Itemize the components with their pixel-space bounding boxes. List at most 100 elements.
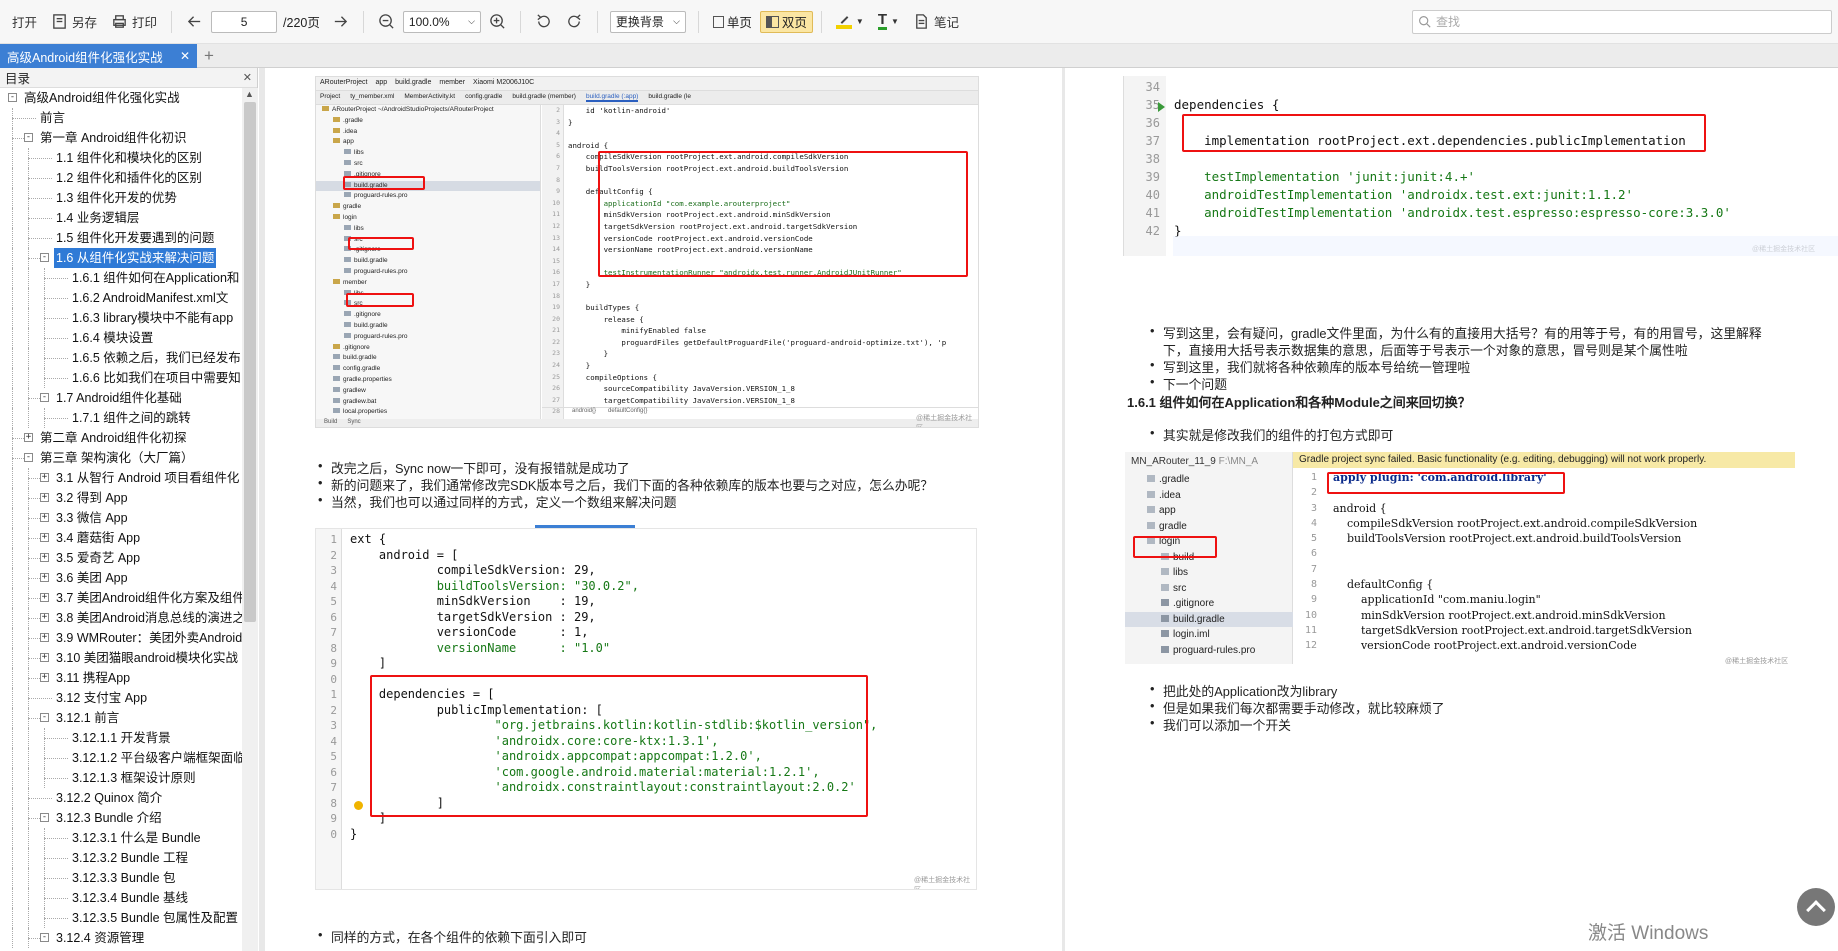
expand-icon[interactable]: +	[40, 473, 49, 482]
toc-item[interactable]: +3.4 蘑菇街 App	[0, 528, 242, 548]
expand-icon[interactable]: +	[40, 653, 49, 662]
ide-tree-item[interactable]: ARouterProject ~/AndroidStudioProjects/A…	[316, 105, 540, 116]
toc-scrollbar[interactable]: ▲	[242, 88, 258, 951]
close-icon[interactable]: ✕	[180, 49, 190, 63]
ide-tree-item[interactable]: member	[316, 278, 540, 289]
expand-icon[interactable]: +	[40, 513, 49, 522]
toc-item[interactable]: +3.10 美团猫眼android模块化实战	[0, 648, 242, 668]
toc-item[interactable]: +3.8 美团Android消息总线的演进之	[0, 608, 242, 628]
project-tree-item[interactable]: .gitignore	[1125, 596, 1293, 612]
project-tree-item[interactable]: libs	[1125, 565, 1293, 581]
toc-item[interactable]: 1.1 组件化和模块化的区别	[0, 148, 242, 168]
ide-tree-item[interactable]: build.gradle	[316, 256, 540, 267]
toc-item[interactable]: 1.6.4 模块设置	[0, 328, 242, 348]
ide-tab[interactable]: Project	[320, 93, 340, 102]
ide-toolbar-item[interactable]: build.gradle	[395, 79, 431, 88]
scroll-to-top-button[interactable]	[1797, 888, 1835, 926]
ide-tree-item[interactable]: proguard-rules.pro	[316, 332, 540, 343]
breadcrumb-item[interactable]: android{}	[572, 408, 596, 419]
ide-toolbar-item[interactable]: Xiaomi M2006J10C	[473, 79, 534, 88]
project-tree-item[interactable]: app	[1125, 503, 1293, 519]
toc-item[interactable]: - 第三章 架构演化（大厂篇）	[0, 448, 242, 468]
zoom-out-button[interactable]	[372, 8, 401, 36]
prev-page-button[interactable]	[180, 8, 209, 36]
toc-item[interactable]: 3.12.3.2 Bundle 工程	[0, 848, 242, 868]
toc-item[interactable]: +3.11 携程App	[0, 668, 242, 688]
toc-item[interactable]: 3.12.1.1 开发背景	[0, 728, 242, 748]
toc-item[interactable]: +3.5 爱奇艺 App	[0, 548, 242, 568]
ide-tree-item[interactable]: config.gradle	[316, 364, 540, 375]
ide-tab[interactable]: ty_member.xml	[350, 93, 394, 102]
ide-bottom-tab[interactable]: Sync	[347, 419, 360, 427]
highlight-button[interactable]: ▼	[830, 8, 870, 36]
ide-tree-item[interactable]: gradlew	[316, 386, 540, 397]
toc-item[interactable]: -3.12.1 前言	[0, 708, 242, 728]
ide-tree-item[interactable]: proguard-rules.pro	[316, 191, 540, 202]
ide-tree-item[interactable]: build.gradle	[316, 353, 540, 364]
scrollbar-thumb[interactable]	[244, 102, 256, 622]
toc-item[interactable]: 1.2 组件化和插件化的区别	[0, 168, 242, 188]
toc-item[interactable]: 3.12.1.2 平台级客户端框架面临	[0, 748, 242, 768]
print-button[interactable]: 打印	[105, 8, 163, 36]
collapse-icon[interactable]: -	[40, 713, 49, 722]
toc-item[interactable]: + 第二章 Android组件化初探	[0, 428, 242, 448]
chevron-up-icon[interactable]: ▲	[245, 89, 254, 99]
project-tree-item[interactable]: gradle	[1125, 519, 1293, 535]
project-tree-item[interactable]: src	[1125, 581, 1293, 597]
toc-item[interactable]: -1.7 Android组件化基础	[0, 388, 242, 408]
ide-tree-item[interactable]: build.gradle	[316, 321, 540, 332]
toc-item[interactable]: - 高级Android组件化强化实战	[0, 88, 242, 108]
toc-item[interactable]: 1.6.6 比如我们在项目中需要知	[0, 368, 242, 388]
project-tree-item[interactable]: login.iml	[1125, 627, 1293, 643]
notes-button[interactable]: 笔记	[907, 8, 965, 36]
rotate-left-button[interactable]	[529, 8, 558, 36]
toc-item[interactable]: +3.3 微信 App	[0, 508, 242, 528]
ide-tree-item[interactable]: src	[316, 159, 540, 170]
ide-tree-item[interactable]: .gitignore	[316, 310, 540, 321]
double-page-button[interactable]: 双页	[759, 10, 813, 33]
toc-item[interactable]: 1.6.1 组件如何在Application和	[0, 268, 242, 288]
ide-tree-item[interactable]: libs	[316, 224, 540, 235]
expand-icon[interactable]: +	[40, 613, 49, 622]
collapse-icon[interactable]: -	[40, 393, 49, 402]
project-tree-item[interactable]: proguard-rules.pro	[1125, 643, 1293, 659]
collapse-icon[interactable]: -	[40, 813, 49, 822]
rotate-right-button[interactable]	[560, 8, 589, 36]
toc-item[interactable]: 1.5 组件化开发要遇到的问题	[0, 228, 242, 248]
toc-item[interactable]: 3.12.3.4 Bundle 基线	[0, 888, 242, 908]
open-button[interactable]: 打开	[6, 8, 43, 36]
ide-tree-item[interactable]: libs	[316, 148, 540, 159]
ide-tree-item[interactable]: local.properties	[316, 407, 540, 418]
next-page-button[interactable]	[326, 8, 355, 36]
ide-tree-item[interactable]: app	[316, 137, 540, 148]
expand-icon[interactable]: +	[40, 493, 49, 502]
toc-item[interactable]: 3.12.3.5 Bundle 包属性及配置	[0, 908, 242, 928]
project-tree-item[interactable]: .gradle	[1125, 472, 1293, 488]
search-input[interactable]: 查找	[1412, 9, 1832, 34]
toc-item[interactable]: -3.12.4 资源管理	[0, 928, 242, 948]
ide-tree-item[interactable]: login	[316, 213, 540, 224]
expand-icon[interactable]: +	[24, 433, 33, 442]
expand-icon[interactable]: +	[40, 633, 49, 642]
ide-tab[interactable]: build.gradle (:app)	[585, 93, 639, 102]
zoom-select[interactable]: 100.0% ⌵	[402, 10, 481, 33]
ide-tab[interactable]: config.gradle	[465, 93, 502, 102]
ide-tree-item[interactable]: .gitignore	[316, 343, 540, 354]
ide-tab[interactable]: build.gradle (member)	[512, 93, 576, 102]
toc-item[interactable]: 3.12 支付宝 App	[0, 688, 242, 708]
toc-item[interactable]: 1.6.3 library模块中不能有app	[0, 308, 242, 328]
project-tree-item[interactable]: .idea	[1125, 488, 1293, 504]
run-icon[interactable]	[1158, 102, 1165, 112]
breadcrumb-item[interactable]: defaultConfig{}	[608, 408, 647, 419]
background-select[interactable]: 更换背景 ⌵	[609, 10, 686, 33]
toc-item[interactable]: - 第一章 Android组件化初识	[0, 128, 242, 148]
expand-icon[interactable]: +	[40, 533, 49, 542]
toc-item[interactable]: +3.2 得到 App	[0, 488, 242, 508]
single-page-button[interactable]: 单页	[707, 11, 758, 33]
toc-item[interactable]: 3.12.3.1 什么是 Bundle	[0, 828, 242, 848]
tab-document[interactable]: 高级Android组件化强化实战 ✕	[0, 44, 197, 68]
toc-item[interactable]: 前言	[0, 108, 242, 128]
ide-toolbar-item[interactable]: ARouterProject	[320, 79, 367, 88]
collapse-icon[interactable]: -	[40, 253, 49, 262]
toc-item[interactable]: 1.6.2 AndroidManifest.xml文	[0, 288, 242, 308]
